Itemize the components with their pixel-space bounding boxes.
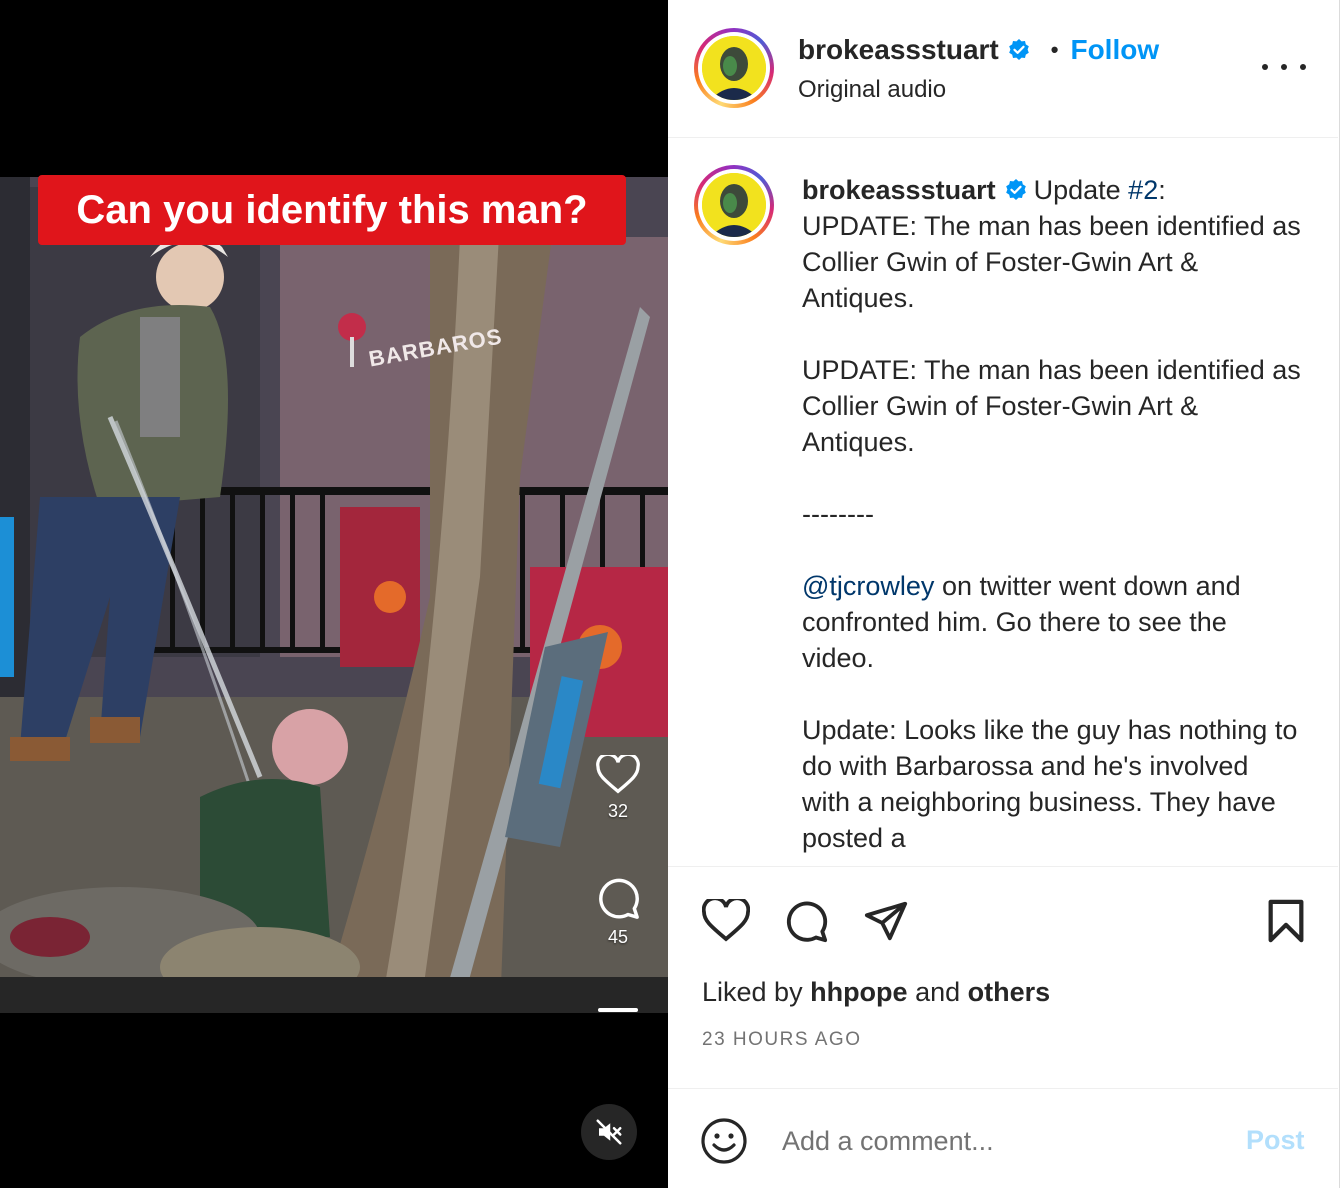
caption-text: brokeassstuart Update #2: UPDATE: The man… [802, 172, 1302, 856]
video-overlay-caption: Can you identify this man? [38, 175, 626, 245]
author-photo [702, 36, 766, 100]
post-actions: Liked by hhpope and others 23 HOURS AGO [668, 866, 1338, 1088]
like-button[interactable] [700, 895, 752, 947]
reel-like-button[interactable]: 32 [594, 755, 642, 822]
caption-author-photo [702, 173, 766, 237]
save-button[interactable] [1260, 895, 1312, 947]
header-separator: • [1050, 37, 1059, 62]
caption-paragraph: UPDATE: The man has been identified as C… [802, 211, 1309, 313]
author-avatar[interactable] [694, 28, 774, 108]
caption-scroll-area[interactable]: brokeassstuart Update #2: UPDATE: The man… [668, 139, 1338, 865]
paper-plane-icon [864, 901, 908, 941]
emoji-icon[interactable] [700, 1117, 748, 1165]
reel-comment-button[interactable]: 45 [594, 875, 642, 948]
reel-comment-count: 45 [607, 927, 629, 947]
post-side-panel: brokeassstuart • Follow Original audio b… [668, 0, 1340, 1188]
speaker-muted-icon [596, 1119, 622, 1145]
post-timestamp[interactable]: 23 HOURS AGO [702, 1029, 862, 1051]
reel-more-indicator[interactable] [598, 1008, 638, 1012]
comment-button[interactable] [780, 895, 832, 947]
comment-bubble-icon [786, 901, 828, 943]
heart-outline-icon [702, 899, 750, 942]
caption-paragraph: Update: Looks like the guy has nothing t… [802, 715, 1305, 853]
heart-outline-icon [596, 755, 640, 794]
comment-bar: Post [668, 1088, 1338, 1188]
more-options-button[interactable] [1262, 55, 1306, 79]
verified-badge-icon [1008, 39, 1029, 60]
caption-intro: Update [1033, 175, 1129, 205]
liked-by-user-link[interactable]: hhpope [810, 977, 907, 1007]
verified-badge-icon [1005, 179, 1026, 200]
post-header: brokeassstuart • Follow Original audio [668, 0, 1338, 138]
post-comment-button[interactable]: Post [1246, 1125, 1305, 1156]
comment-input[interactable] [782, 1119, 1222, 1163]
follow-button[interactable]: Follow [1070, 34, 1159, 66]
liked-prefix: Liked by [702, 977, 811, 1007]
mention-link[interactable]: @tjcrowley [802, 571, 934, 601]
caption-username[interactable]: brokeassstuart [802, 175, 996, 205]
reel-media[interactable]: BARBAROS Can you identify this man? 32 4… [0, 0, 668, 1188]
caption-divider: -------- [802, 499, 874, 529]
bookmark-icon [1268, 899, 1304, 943]
caption-intro-tail: : [1158, 175, 1166, 205]
share-button[interactable] [860, 895, 912, 947]
more-options-icon [1262, 64, 1268, 70]
liked-and: and [907, 977, 968, 1007]
original-audio-link[interactable]: Original audio [798, 76, 946, 104]
street-scene-image [0, 177, 668, 1013]
video-frame[interactable]: BARBAROS [0, 177, 668, 1013]
comment-bubble-icon [599, 878, 639, 919]
liked-by-text: Liked by hhpope and others [702, 977, 1050, 1008]
caption-paragraph: UPDATE: The man has been identified as C… [802, 355, 1309, 457]
mute-button[interactable] [581, 1104, 637, 1160]
reel-like-count: 32 [607, 801, 629, 821]
header-username[interactable]: brokeassstuart [798, 34, 999, 66]
hashtag-link[interactable]: #2 [1128, 175, 1158, 205]
liked-others-link[interactable]: others [968, 977, 1051, 1007]
caption-author-avatar[interactable] [694, 165, 774, 245]
